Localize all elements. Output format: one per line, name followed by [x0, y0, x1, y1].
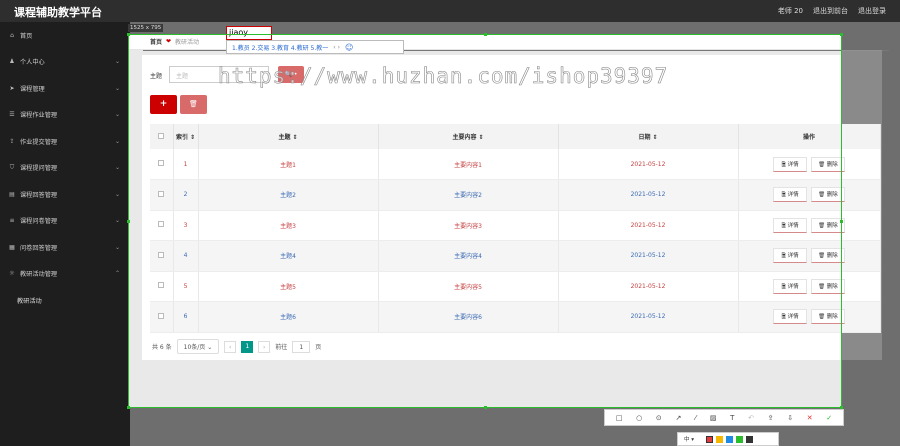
screenshot-toolbar: □ ○ ⊙ ↗ ⁄ ▨ T ↶ ⇪ ⇩ ✕ ✓ — [604, 409, 844, 426]
chevron-icon: ⌄ — [114, 164, 120, 172]
sidebar-item[interactable]: ☰ 课程作业管理 ⌄ — [0, 102, 130, 129]
color-swatch[interactable] — [756, 435, 764, 443]
sidebar: ⌂ 首页 ♟ 个人中心 ⌄ ➤ 课程管理 ⌄ ☰ 课程作业管理 ⌄ ⇪ 作业提交管理 … — [0, 22, 130, 446]
chevron-icon: ⌄ — [114, 190, 120, 198]
sidebar-item-label: 课程问卷管理 — [20, 218, 58, 226]
size-select[interactable]: 中 ▾ — [684, 435, 694, 443]
sidebar-item[interactable]: ≡ 课程问卷管理 ⌄ — [0, 208, 130, 235]
size-badge: 1525 x 795 — [128, 24, 164, 32]
sidebar-item-label: 个人中心 — [20, 59, 45, 67]
chevron-icon: ⌄ — [114, 58, 120, 66]
top-bar: 课程辅助教学平台 老师 20 退出到前台 退出登录 — [0, 0, 900, 22]
sidebar-item[interactable]: ⛉ 课程提问管理 ⌄ — [0, 155, 130, 182]
sidebar-item[interactable]: ▦ 问卷回答管理 ⌄ — [0, 234, 130, 261]
color-swatches — [706, 435, 764, 443]
screenshot-selection[interactable] — [127, 33, 843, 409]
handle[interactable] — [484, 406, 487, 409]
chevron-icon: ⌄ — [114, 217, 120, 225]
text-icon[interactable]: T — [730, 414, 734, 422]
rectangle-icon[interactable]: □ — [616, 414, 623, 422]
sidebar-item-label: 首页 — [20, 32, 33, 40]
sidebar-subitem[interactable]: 教研活动 — [0, 287, 130, 314]
chevron-icon: ⌄ — [114, 243, 120, 251]
home-icon: ⌂ — [10, 31, 14, 39]
answer-icon: ▤ — [9, 190, 15, 198]
shield-icon: ⛉ — [9, 163, 15, 171]
color-swatch[interactable] — [746, 435, 754, 443]
sidebar-item[interactable]: ➤ 课程管理 ⌄ — [0, 75, 130, 102]
cancel-icon[interactable]: ✕ — [807, 414, 813, 422]
sidebar-item-label: 课程作业管理 — [20, 112, 58, 120]
sidebar-item[interactable]: ☼ 教研活动管理 ⌃ — [0, 261, 130, 288]
mosaic-icon[interactable]: ▨ — [710, 414, 717, 422]
arrow-icon[interactable]: ↗ — [675, 414, 681, 422]
lightbulb-icon: ☼ — [9, 270, 15, 278]
sidebar-item[interactable]: ▤ 课程回答管理 ⌄ — [0, 181, 130, 208]
top-right-links: 老师 20 退出到前台 退出登录 — [778, 6, 886, 16]
handle[interactable] — [840, 220, 843, 223]
confirm-icon[interactable]: ✓ — [826, 414, 832, 422]
logout-link[interactable]: 退出登录 — [858, 6, 886, 16]
handle[interactable] — [127, 220, 130, 223]
undo-icon[interactable]: ↶ — [748, 414, 754, 422]
circle-icon[interactable]: ○ — [636, 414, 642, 422]
upload-icon: ⇪ — [9, 137, 15, 145]
chevron-icon: ⌄ — [114, 111, 120, 119]
sidebar-item[interactable]: ⌂ 首页 — [0, 22, 130, 49]
doc-icon: ▦ — [9, 243, 15, 251]
list-icon: ☰ — [9, 111, 15, 119]
color-swatch[interactable] — [736, 435, 744, 443]
handle[interactable] — [484, 33, 487, 36]
sidebar-item-label: 课程管理 — [20, 85, 45, 93]
color-swatch[interactable] — [726, 435, 734, 443]
line-icon[interactable]: ⁄ — [695, 414, 696, 422]
sidebar-item-label: 课程回答管理 — [20, 191, 58, 199]
user-name: 老师 20 — [777, 7, 803, 15]
send-icon: ➤ — [9, 84, 15, 92]
menu-icon: ≡ — [9, 217, 15, 225]
handle[interactable] — [127, 33, 130, 36]
pen-icon[interactable]: ⊙ — [656, 414, 662, 422]
chevron-icon: ⌄ — [114, 137, 120, 145]
handle[interactable] — [127, 406, 130, 409]
exit-admin-link[interactable]: 退出到前台 — [813, 6, 848, 16]
download-icon[interactable]: ⇩ — [787, 414, 793, 422]
sidebar-item-label: 问卷回答管理 — [20, 244, 58, 252]
sidebar-item[interactable]: ⇪ 作业提交管理 ⌄ — [0, 128, 130, 155]
color-swatch[interactable] — [706, 435, 714, 443]
sidebar-item-label: 作业提交管理 — [20, 138, 58, 146]
handle[interactable] — [840, 33, 843, 36]
chevron-icon: ⌄ — [114, 84, 120, 92]
color-swatch[interactable] — [716, 435, 724, 443]
share-icon[interactable]: ⇪ — [768, 414, 774, 422]
app-title: 课程辅助教学平台 — [14, 6, 102, 19]
color-picker: 中 ▾ — [677, 432, 779, 446]
chevron-icon: ⌃ — [114, 270, 120, 278]
user-icon: ♟ — [9, 58, 15, 66]
sidebar-item-label: 教研活动管理 — [20, 271, 58, 279]
sidebar-item-label: 课程提问管理 — [20, 165, 58, 173]
sidebar-item[interactable]: ♟ 个人中心 ⌄ — [0, 49, 130, 76]
